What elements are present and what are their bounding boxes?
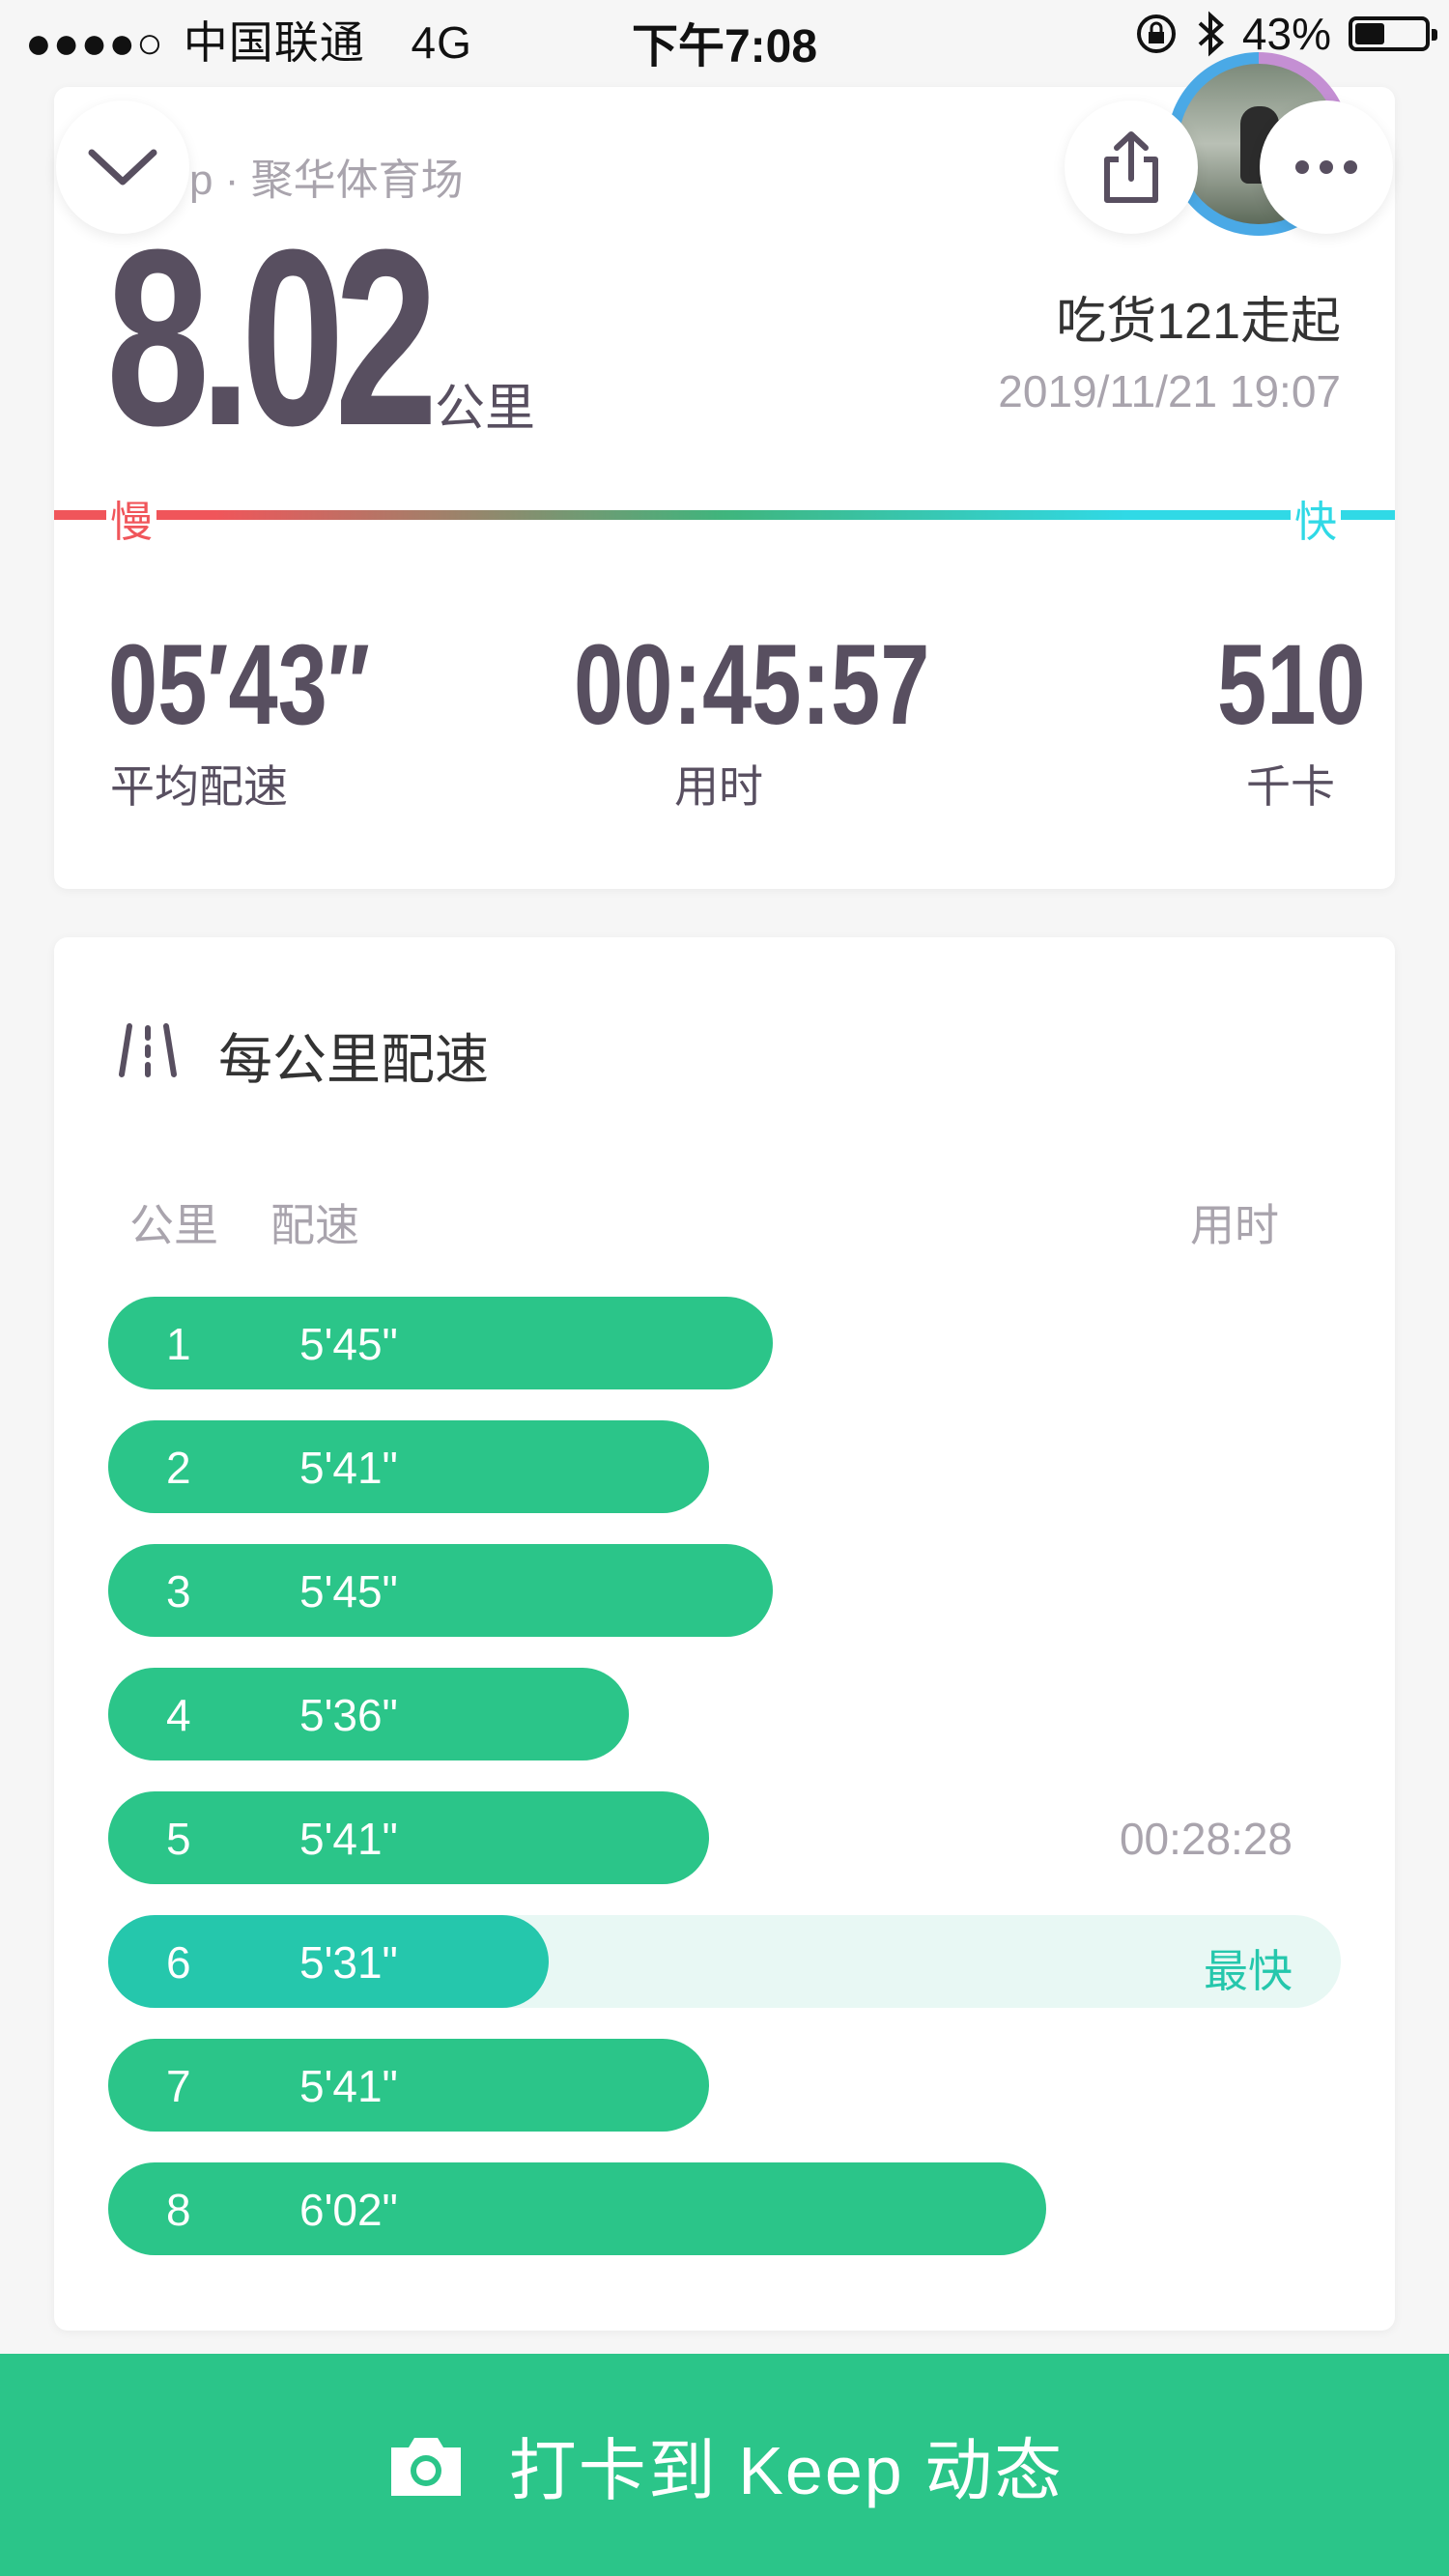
duration-label: 用时 [674, 761, 763, 812]
avg-pace-value: 05′43″ [108, 621, 370, 749]
pace-row-pace: 5'41" [299, 1443, 398, 1493]
duration-value: 00:45:57 [574, 621, 930, 749]
pace-row: 3 5'45" [108, 1544, 1341, 1637]
pace-row: 8 6'02" [108, 2162, 1341, 2255]
pace-bar: 5 5'41" [108, 1791, 709, 1884]
pace-row-pace: 5'45" [299, 1319, 398, 1369]
pace-split-icon [119, 1023, 177, 1077]
pace-row: 2 5'41" [108, 1420, 1341, 1513]
column-header-time: 用时 [1190, 1200, 1279, 1250]
pace-row: 6 5'31" 最快 [108, 1915, 1341, 2008]
pace-row: 4 5'36" [108, 1668, 1341, 1760]
collapse-button[interactable] [56, 100, 189, 234]
pace-row-km: 3 [166, 1566, 191, 1617]
pace-row-km: 1 [166, 1319, 191, 1369]
pace-row-km: 5 [166, 1814, 191, 1864]
more-button[interactable] [1260, 100, 1393, 234]
bluetooth-icon [1198, 11, 1224, 57]
username[interactable]: 吃货121走起 [1056, 280, 1341, 353]
pace-title: 每公里配速 [218, 1029, 489, 1090]
avg-pace-label: 平均配速 [110, 761, 288, 812]
checkin-label: 打卡到 Keep 动态 [508, 2432, 1065, 2508]
pace-bar: 6 5'31" [108, 1915, 549, 2008]
pace-row-pace: 5'45" [299, 1566, 398, 1617]
pace-row-pace: 5'41" [299, 2061, 398, 2111]
pace-row-pace: 5'31" [299, 1937, 398, 1988]
pace-bar: 7 5'41" [108, 2039, 709, 2132]
pace-row-km: 4 [166, 1690, 191, 1740]
column-header-km: 公里 [129, 1200, 218, 1250]
pace-row-km: 2 [166, 1443, 191, 1493]
fastest-badge: 最快 [1204, 1946, 1293, 1996]
share-icon [1104, 131, 1158, 203]
pace-row: 7 5'41" [108, 2039, 1341, 2132]
calories-label: 千卡 [1246, 761, 1335, 812]
pace-row: 1 5'45" [108, 1297, 1341, 1389]
more-dots-icon [1295, 160, 1357, 174]
pace-bar: 4 5'36" [108, 1668, 629, 1760]
pace-row-pace: 5'41" [299, 1814, 398, 1864]
speed-gradient-bar [54, 510, 1395, 520]
pace-row-pace: 5'36" [299, 1690, 398, 1740]
pace-row-time: 00:28:28 [1119, 1814, 1293, 1864]
rotation-lock-icon [1136, 14, 1176, 53]
distance-unit: 公里 [435, 381, 536, 437]
calories-value: 510 [1217, 621, 1366, 749]
battery-icon [1349, 16, 1437, 51]
pace-row-pace: 6'02" [299, 2185, 398, 2235]
pace-bar: 2 5'41" [108, 1420, 709, 1513]
pace-bar: 1 5'45" [108, 1297, 773, 1389]
chevron-down-icon [88, 149, 157, 186]
speed-fast-label: 快 [1291, 487, 1341, 549]
status-right: 43% [1134, 8, 1437, 60]
pace-bar: 8 6'02" [108, 2162, 1046, 2255]
distance-value: 8.02 [106, 198, 438, 478]
camera-icon [390, 2438, 461, 2496]
pace-bar: 3 5'45" [108, 1544, 773, 1637]
pace-row-km: 7 [166, 2061, 191, 2111]
column-header-pace: 配速 [270, 1200, 359, 1250]
pace-row-km: 8 [166, 2185, 191, 2235]
pace-row: 5 5'41" 00:28:28 [108, 1791, 1341, 1884]
battery-fill [1355, 23, 1384, 44]
pace-row-km: 6 [166, 1937, 191, 1988]
speed-slow-label: 慢 [106, 487, 156, 549]
share-button[interactable] [1065, 100, 1198, 234]
pace-card: 每公里配速 公里 配速 用时 1 5'45" 2 5'41" 3 5'45" 4 5'36" 5… [54, 937, 1395, 2331]
checkin-button[interactable]: 打卡到 Keep 动态 [0, 2354, 1449, 2576]
run-datetime: 2019/11/21 19:07 [998, 366, 1341, 416]
